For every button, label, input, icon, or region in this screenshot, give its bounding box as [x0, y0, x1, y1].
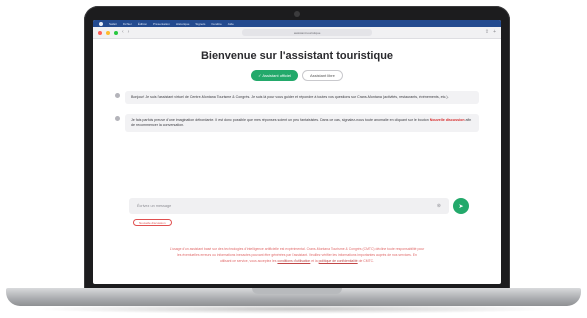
- disclaimer-line: utilisant ce service, vous acceptez les …: [219, 259, 375, 263]
- terms-link[interactable]: conditions d'utilisation: [277, 259, 310, 263]
- new-chat-mention: Nouvelle discussion: [429, 118, 465, 122]
- menu-item[interactable]: Aide: [228, 22, 234, 26]
- close-window-icon[interactable]: [98, 30, 102, 35]
- back-arrow-icon[interactable]: ‹: [122, 30, 124, 35]
- message-bubble: Bonjour! Je suis l'assistant virtuel de …: [125, 91, 479, 104]
- maximize-window-icon[interactable]: [114, 30, 118, 35]
- assistant-page: Bienvenue sur l'assistant touristique ✓ …: [93, 50, 501, 132]
- message-input-placeholder: Écrivez un message: [137, 204, 172, 208]
- address-bar[interactable]: assistant.touristique: [242, 29, 373, 36]
- disclaimer: L'usage d'un assistant basé sur des tech…: [111, 246, 483, 264]
- new-chat-button[interactable]: Nouvelle discussion: [133, 219, 172, 226]
- send-button[interactable]: ➤: [453, 198, 469, 214]
- forward-arrow-icon[interactable]: ›: [128, 30, 130, 35]
- message-text: Bonjour! Je suis l'assistant virtuel de …: [131, 95, 449, 99]
- menu-item[interactable]: Historique: [176, 22, 190, 26]
- assistant-avatar-icon: [115, 93, 120, 98]
- menu-item[interactable]: Fichier: [123, 22, 132, 26]
- message-input[interactable]: Écrivez un message ⊗: [129, 198, 449, 214]
- message-composer: Écrivez un message ⊗ ➤: [129, 198, 469, 214]
- message-bubble: Je fais parfois preuve d'une imagination…: [125, 114, 479, 132]
- official-assistant-tab[interactable]: ✓ Assistant officiel: [251, 70, 298, 81]
- menu-item[interactable]: Édition: [138, 22, 147, 26]
- clear-icon[interactable]: ⊗: [437, 203, 441, 209]
- privacy-link[interactable]: politique de confidentialité: [319, 259, 358, 263]
- send-arrow-icon: ➤: [458, 203, 464, 210]
- camera-icon: [294, 11, 300, 17]
- mode-switch: ✓ Assistant officiel Assistant libre: [115, 70, 479, 81]
- browser-toolbar: ‹ › assistant.touristique ⇪ +: [93, 27, 501, 39]
- menu-item[interactable]: Fenêtre: [211, 22, 221, 26]
- menu-item[interactable]: Présentation: [153, 22, 170, 26]
- minimize-window-icon[interactable]: [106, 30, 110, 35]
- share-icon[interactable]: ⇪: [485, 30, 489, 35]
- assistant-message: Je fais parfois preuve d'une imagination…: [115, 114, 479, 132]
- menu-item[interactable]: Signets: [195, 22, 205, 26]
- laptop-lid: Safari Fichier Édition Présentation Hist…: [84, 6, 510, 291]
- laptop-screen: Safari Fichier Édition Présentation Hist…: [93, 20, 501, 284]
- laptop-scene: Safari Fichier Édition Présentation Hist…: [0, 0, 587, 318]
- assistant-avatar-icon: [115, 116, 120, 121]
- new-tab-icon[interactable]: +: [493, 30, 496, 35]
- menu-item[interactable]: Safari: [109, 22, 117, 26]
- free-assistant-tab[interactable]: Assistant libre: [301, 70, 343, 81]
- assistant-message: Bonjour! Je suis l'assistant virtuel de …: [115, 91, 479, 104]
- mac-menu-bar: Safari Fichier Édition Présentation Hist…: [93, 20, 501, 27]
- laptop-opening-notch: [252, 288, 342, 294]
- apple-logo-icon[interactable]: [99, 21, 103, 26]
- page-title: Bienvenue sur l'assistant touristique: [200, 50, 394, 62]
- message-text: Je fais parfois preuve d'une imagination…: [131, 118, 430, 122]
